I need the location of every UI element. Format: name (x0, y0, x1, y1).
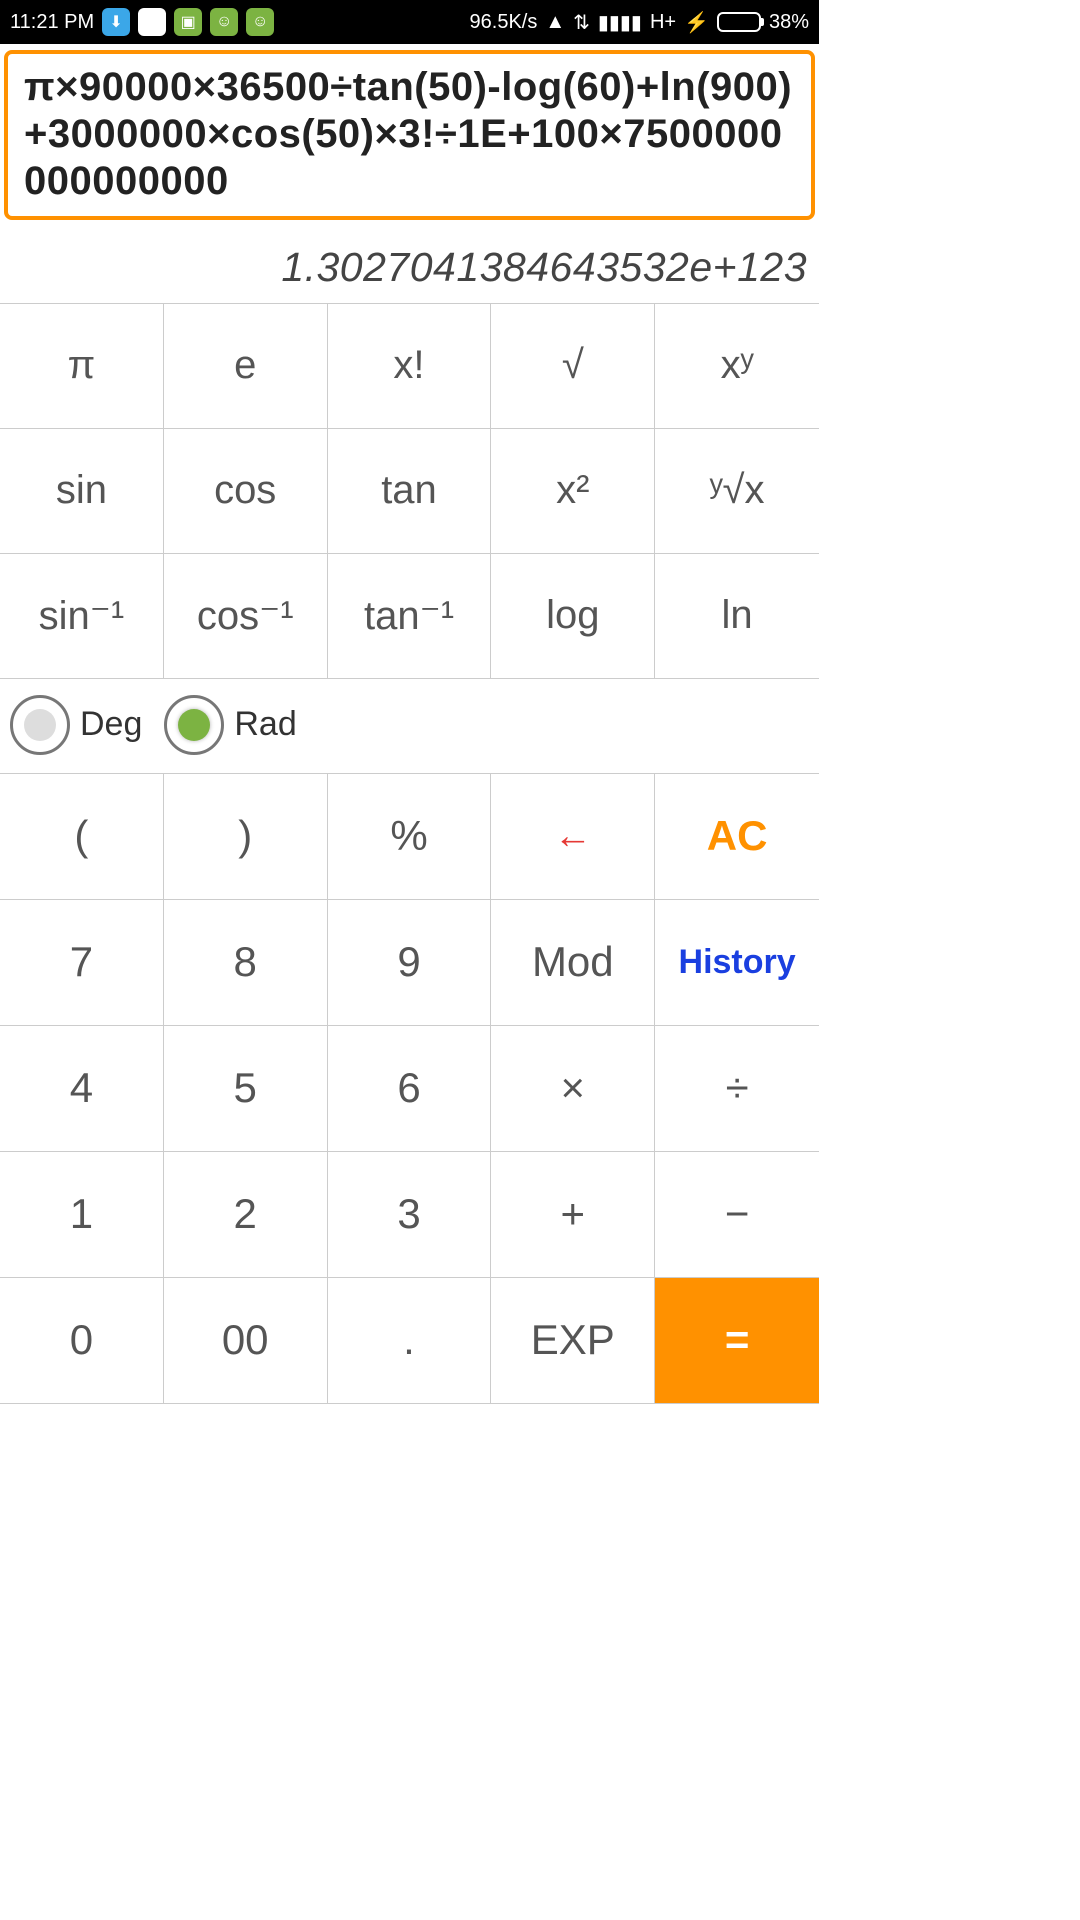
nth-root-button[interactable]: ʸ√x (655, 429, 819, 554)
rparen-button[interactable]: ) (164, 774, 328, 900)
tan-button[interactable]: tan (328, 429, 492, 554)
function-grid: π e x! √ xʸ sin cos tan x² ʸ√x sin⁻¹ cos… (0, 303, 819, 679)
digit-1-button[interactable]: 1 (0, 1152, 164, 1278)
digit-2-button[interactable]: 2 (164, 1152, 328, 1278)
sqrt-button[interactable]: √ (491, 304, 655, 429)
ln-button[interactable]: ln (655, 554, 819, 679)
digit-3-button[interactable]: 3 (328, 1152, 492, 1278)
app-icon-1: ▣ (174, 8, 202, 36)
multiply-button[interactable]: × (491, 1026, 655, 1152)
log-button[interactable]: log (491, 554, 655, 679)
pi-button[interactable]: π (0, 304, 164, 429)
digit-6-button[interactable]: 6 (328, 1026, 492, 1152)
divide-button[interactable]: ÷ (655, 1026, 819, 1152)
history-button[interactable]: History (655, 900, 819, 1026)
digit-00-button[interactable]: 00 (164, 1278, 328, 1404)
rad-label: Rad (234, 705, 296, 744)
battery-pct: 38% (769, 11, 809, 34)
power-button[interactable]: xʸ (655, 304, 819, 429)
signal-icon: ▮▮▮▮ (598, 10, 642, 35)
decimal-button[interactable]: . (328, 1278, 492, 1404)
app-icon-2: ☺ (210, 8, 238, 36)
net-speed: 96.5K/s (470, 11, 538, 34)
digit-9-button[interactable]: 9 (328, 900, 492, 1026)
deg-label: Deg (80, 705, 142, 744)
sin-button[interactable]: sin (0, 429, 164, 554)
rad-radio[interactable] (164, 695, 224, 755)
backspace-button[interactable]: ← (491, 774, 655, 900)
wifi-icon: ▲ (545, 11, 565, 34)
charging-icon: ⚡ (684, 10, 709, 35)
exp-button[interactable]: EXP (491, 1278, 655, 1404)
net-type: H+ (650, 11, 676, 34)
digit-5-button[interactable]: 5 (164, 1026, 328, 1152)
minus-button[interactable]: − (655, 1152, 819, 1278)
data-icon: ⇅ (573, 10, 590, 35)
expression-text: π×90000×36500÷tan(50)-log(60)+ln(900)+30… (24, 64, 795, 206)
e-button[interactable]: e (164, 304, 328, 429)
percent-button[interactable]: % (328, 774, 492, 900)
deg-radio[interactable] (10, 695, 70, 755)
keypad-grid: ( ) % ← AC 7 8 9 Mod History 4 5 6 × ÷ 1… (0, 774, 819, 1404)
equals-button[interactable]: = (655, 1278, 819, 1404)
lparen-button[interactable]: ( (0, 774, 164, 900)
atan-button[interactable]: tan⁻¹ (328, 554, 492, 679)
app-icon-3: ☺ (246, 8, 274, 36)
factorial-button[interactable]: x! (328, 304, 492, 429)
angle-mode-row: Deg Rad (0, 679, 819, 774)
cos-button[interactable]: cos (164, 429, 328, 554)
digit-8-button[interactable]: 8 (164, 900, 328, 1026)
square-button[interactable]: x² (491, 429, 655, 554)
mod-button[interactable]: Mod (491, 900, 655, 1026)
expression-box[interactable]: π×90000×36500÷tan(50)-log(60)+ln(900)+30… (4, 50, 815, 220)
asin-button[interactable]: sin⁻¹ (0, 554, 164, 679)
ac-button[interactable]: AC (655, 774, 819, 900)
status-bar: 11:21 PM ⬇ ✦ ▣ ☺ ☺ 96.5K/s ▲ ⇅ ▮▮▮▮ H+ ⚡… (0, 0, 819, 44)
battery-icon (717, 12, 761, 32)
usb-icon: ⬇ (102, 8, 130, 36)
acos-button[interactable]: cos⁻¹ (164, 554, 328, 679)
status-time: 11:21 PM (10, 11, 94, 34)
result-text: 1.3027041384643532e+123 (0, 224, 819, 303)
digit-7-button[interactable]: 7 (0, 900, 164, 1026)
digit-0-button[interactable]: 0 (0, 1278, 164, 1404)
photos-icon: ✦ (138, 8, 166, 36)
plus-button[interactable]: + (491, 1152, 655, 1278)
digit-4-button[interactable]: 4 (0, 1026, 164, 1152)
